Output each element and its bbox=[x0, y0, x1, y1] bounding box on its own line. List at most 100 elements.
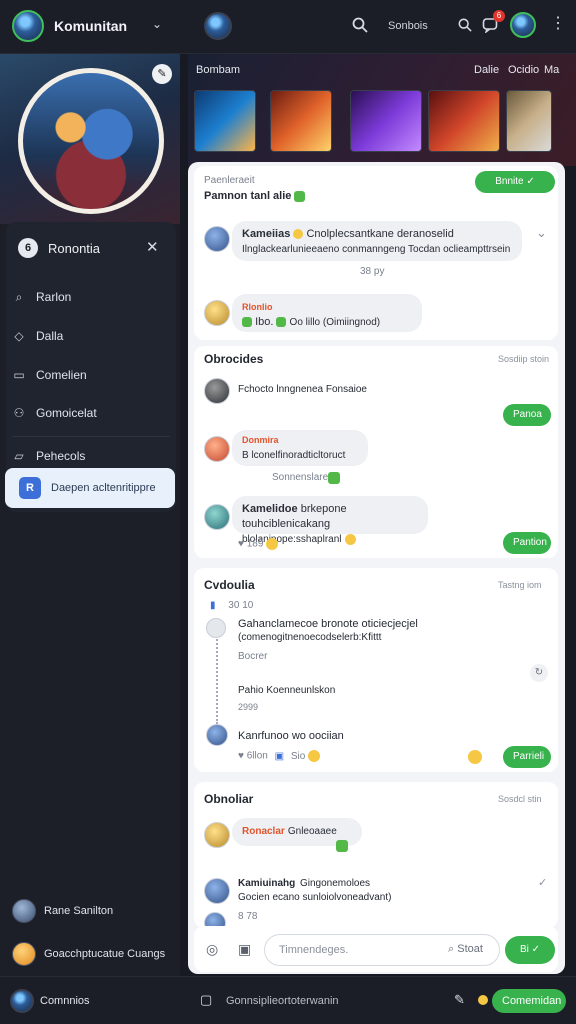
edit-icon[interactable]: ✎ bbox=[454, 993, 465, 1006]
reply-stats-value: 189 bbox=[246, 538, 264, 550]
chevron-down-icon[interactable]: ⌄ bbox=[536, 226, 547, 239]
emoji-icon bbox=[308, 750, 321, 762]
sidebar-item-label: Dalla bbox=[36, 329, 64, 343]
footer-avatar[interactable] bbox=[10, 989, 34, 1013]
search-link[interactable]: Sonbois bbox=[388, 20, 428, 32]
banner-left-label[interactable]: Bombam bbox=[196, 64, 240, 76]
reaction-stats: Oo lillo (Oimiingnod) bbox=[289, 317, 381, 328]
footer-action-button[interactable]: Comemidan bbox=[492, 989, 566, 1013]
game-thumbnail[interactable] bbox=[270, 90, 332, 152]
reply-button[interactable]: Parrieli bbox=[503, 746, 551, 768]
reply-author: Kamelidoe bbox=[242, 503, 298, 515]
reply-tag: Ronaclar bbox=[242, 826, 285, 837]
menu-header: 6 Ronontia bbox=[18, 238, 100, 258]
shield-icon: ◇ bbox=[14, 329, 24, 343]
more-vertical-icon[interactable]: ⋮ bbox=[550, 16, 566, 32]
thread-stats-value-2: Sio bbox=[290, 750, 306, 762]
search-icon: ⌕ bbox=[448, 943, 455, 955]
thread-count: ▮ 30 10 bbox=[210, 600, 253, 611]
sidebar-item-active-label: Daepen acltenritippre bbox=[51, 482, 156, 494]
avatar bbox=[12, 942, 36, 966]
footer-status: Gonnsiplieortoterwanin bbox=[226, 995, 339, 1007]
refresh-icon[interactable]: ↻ bbox=[530, 664, 548, 682]
emoji-icon bbox=[266, 538, 279, 550]
top-bar: Komunitan ⌄ Sonbois 6 ⋮ bbox=[0, 0, 576, 54]
footer-user[interactable]: Comnnios bbox=[40, 995, 90, 1007]
community-avatar[interactable] bbox=[204, 12, 232, 40]
sidebar-item-3[interactable]: ⚇ Gomoicelat bbox=[12, 402, 97, 424]
thread-line bbox=[216, 632, 218, 724]
reply-text: Gnleoaaee bbox=[287, 826, 337, 837]
banner-tab-0[interactable]: Dalie bbox=[474, 64, 499, 76]
game-thumbnail[interactable] bbox=[350, 90, 422, 152]
magnifier-icon[interactable] bbox=[458, 18, 472, 32]
heart-icon: ♥ bbox=[238, 538, 244, 550]
chat-icon: ▱ bbox=[14, 449, 24, 463]
sidebar-item-2[interactable]: ▭ Comelien bbox=[12, 364, 86, 386]
reaction-bubble: Rlonlio Ibo. Oo lillo (Oimiingnod) bbox=[232, 294, 422, 332]
chevron-down-icon[interactable]: ⌄ bbox=[152, 18, 162, 30]
thread-meta: Bocrer bbox=[238, 651, 268, 662]
search-icon[interactable] bbox=[352, 17, 368, 33]
pin-icon[interactable]: ✎ bbox=[152, 64, 172, 84]
game-thumbnail[interactable] bbox=[194, 90, 256, 152]
bottom-bar: Comnnios ▢ Gonnsiplieortoterwanin ✎ Come… bbox=[0, 976, 576, 1024]
menu-logo-icon: 6 bbox=[18, 238, 38, 258]
close-icon[interactable]: ✕ bbox=[146, 240, 159, 255]
reply-tag: Donmira bbox=[242, 435, 279, 445]
banner-tab-1[interactable]: Ocidio bbox=[508, 64, 539, 76]
game-thumbnail[interactable] bbox=[506, 90, 552, 152]
profile-avatar[interactable] bbox=[12, 10, 44, 42]
sidebar-item-0[interactable]: ⌕ Rarlon bbox=[12, 286, 72, 308]
avatar bbox=[204, 822, 230, 848]
banner-tab-2[interactable]: Ma bbox=[544, 64, 559, 76]
sidebar-item-1[interactable]: ◇ Dalla bbox=[12, 325, 63, 347]
check-icon[interactable]: ✓ bbox=[538, 878, 547, 889]
thread-text: Kanrfunoo wo oociian bbox=[238, 730, 344, 742]
sidebar-user-name: Goacchptucatue Cuangs bbox=[44, 948, 166, 960]
sidebar-item-active[interactable]: R Daepen acltenritippre bbox=[5, 468, 175, 508]
reply-text: B lconelfinoradticltoruct bbox=[242, 450, 346, 461]
send-button-label: Bi bbox=[519, 944, 529, 955]
game-thumbnail[interactable] bbox=[428, 90, 500, 152]
post-author: Paenleraeit bbox=[204, 175, 255, 186]
sidebar-item-label: Pehecols bbox=[36, 449, 86, 463]
send-button[interactable]: Bi ✓ bbox=[505, 936, 555, 964]
section-title: Obnoliar bbox=[204, 792, 254, 806]
camera-icon[interactable]: ◎ bbox=[206, 942, 218, 956]
section-time: Sosdiip stoin bbox=[498, 354, 550, 364]
thread-count-value: 30 10 bbox=[228, 600, 254, 611]
reply-stats: ♥ 189 bbox=[238, 538, 279, 550]
status-dot bbox=[478, 995, 488, 1005]
people-icon: ⚇ bbox=[13, 406, 25, 420]
join-button[interactable]: Bnnite ✓ bbox=[475, 171, 555, 193]
user-avatar[interactable] bbox=[510, 12, 536, 38]
emoji-icon bbox=[468, 750, 482, 764]
sidebar-item-label: Rarlon bbox=[36, 290, 72, 304]
image-icon[interactable]: ▣ bbox=[238, 942, 251, 956]
reply-author: Kamiuinahg bbox=[238, 878, 296, 889]
search-icon: ⌕ bbox=[15, 289, 23, 304]
section-time: Tastng iom bbox=[498, 580, 542, 590]
app-title: Komunitan bbox=[54, 18, 128, 34]
sidebar-item-4[interactable]: ▱ Pehecols bbox=[12, 445, 85, 467]
sidebar-user-0[interactable]: Rane Sanilton bbox=[12, 898, 113, 924]
sidebar-item-label: Gomoicelat bbox=[36, 406, 97, 420]
reply-button[interactable]: Pantion bbox=[503, 532, 551, 554]
post-title-text: Pamnon tanl alie bbox=[204, 190, 292, 202]
avatar bbox=[206, 618, 226, 638]
avatar bbox=[204, 226, 230, 252]
game-banner: Bombam Dalie Ocidio Ma bbox=[188, 54, 576, 166]
reply-text: Fchocto lnngnenea Fonsaioe bbox=[238, 384, 367, 395]
section-title: Cvdoulia bbox=[204, 578, 255, 592]
comment-author: Kameiias bbox=[242, 228, 291, 240]
composer-search-label: Stoat bbox=[457, 943, 483, 955]
composer-search[interactable]: ⌕ Stoat bbox=[448, 943, 483, 956]
reply-line2: Gocien ecano sunloiolvoneadvant) bbox=[238, 892, 392, 903]
calendar-icon: ▭ bbox=[13, 368, 25, 382]
comment-bubble: Kameiias Cnolplecsantkane deranoselid Il… bbox=[232, 221, 522, 261]
sidebar-user-1[interactable]: Goacchptucatue Cuangs bbox=[12, 941, 165, 967]
reaction-icon bbox=[336, 840, 348, 852]
compose-icon[interactable]: ▢ bbox=[200, 993, 212, 1006]
reply-button[interactable]: Panoa bbox=[503, 404, 551, 426]
